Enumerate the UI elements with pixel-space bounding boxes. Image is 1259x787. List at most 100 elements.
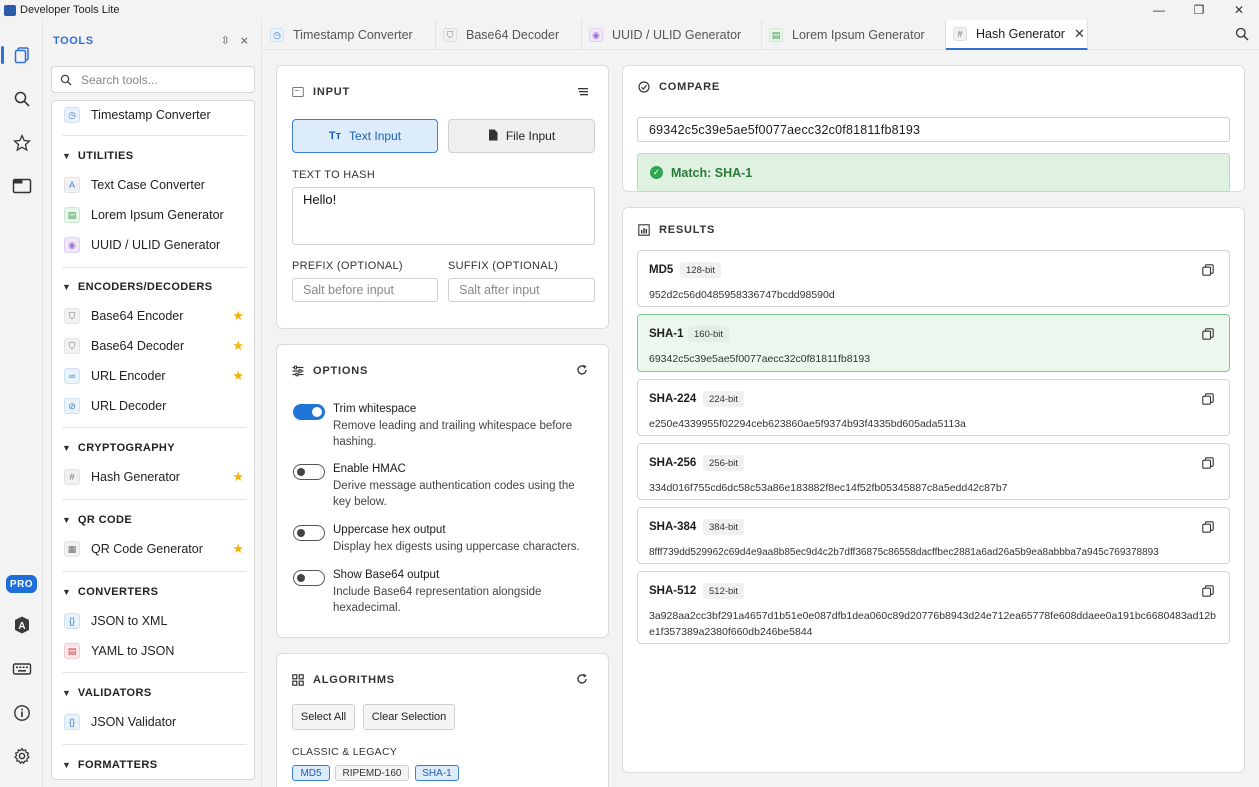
text-to-hash-label: TEXT TO HASH — [292, 169, 376, 181]
sidebar-item-url-encoder[interactable]: ∞ URL Encoder ★ — [52, 362, 254, 390]
minimize-button[interactable]: — — [1139, 0, 1179, 20]
algorithm-chip-ripemd160[interactable]: RIPEMD-160 — [335, 765, 409, 781]
rail-keyboard-button[interactable] — [0, 653, 43, 685]
sidebar-item-url-decoder[interactable]: ⊘ URL Decoder — [52, 392, 254, 420]
tab-search-button[interactable] — [1235, 27, 1249, 44]
text-to-hash-input[interactable]: Hello! — [292, 187, 595, 245]
copy-icon — [1202, 264, 1214, 276]
bit-length-badge: 384-bit — [703, 519, 745, 535]
braces-icon: {} — [64, 613, 80, 629]
algorithm-group-label: CLASSIC & LEGACY — [292, 746, 398, 758]
sidebar-item-base64-decoder[interactable]: ⛉ Base64 Decoder ★ — [52, 332, 254, 360]
suffix-input[interactable]: Salt after input — [448, 278, 595, 302]
collapse-all-icon[interactable]: ⨯ — [240, 34, 249, 47]
menu-lines-icon[interactable] — [577, 85, 589, 100]
panel-header: RESULTS — [638, 224, 715, 236]
icon-rail: PRO A — [0, 20, 43, 787]
divider — [62, 744, 246, 745]
panel-header: ALGORITHMS — [292, 674, 395, 686]
hash-value: 8fff739dd529962c69d4e9aa8b85ec9d4c2b7dff… — [649, 547, 1159, 558]
close-tab-icon[interactable]: ✕ — [1074, 26, 1085, 42]
fingerprint-icon: ◉ — [589, 28, 603, 42]
copy-button[interactable] — [1202, 264, 1214, 279]
tab-timestamp-converter[interactable]: ◷ Timestamp Converter — [263, 20, 436, 50]
search-icon — [14, 91, 30, 107]
copy-button[interactable] — [1202, 457, 1214, 472]
sidebar-item-yaml-to-json[interactable]: ▤ YAML to JSON — [52, 637, 254, 665]
copy-button[interactable] — [1202, 521, 1214, 536]
sidebar-item-text-case-converter[interactable]: A Text Case Converter — [52, 171, 254, 199]
sidebar-item-uuid-generator[interactable]: ◉ UUID / ULID Generator — [52, 231, 254, 259]
input-box-icon — [292, 86, 304, 98]
reset-options-button[interactable] — [576, 364, 588, 379]
algorithm-chip-sha1[interactable]: SHA-1 — [415, 765, 459, 781]
reset-algorithms-button[interactable] — [576, 673, 588, 688]
file-input-button[interactable]: File Input — [448, 119, 595, 153]
sidebar-item-json-validator[interactable]: {} JSON Validator — [52, 708, 254, 736]
enable-hmac-toggle[interactable] — [293, 464, 325, 480]
panel-header: INPUT — [292, 86, 350, 98]
grid-icon — [292, 674, 304, 686]
panel-header: OPTIONS — [292, 365, 368, 377]
hash-value: 3a928aa2cc3bf291a4657d1b51e0e087dfb1dea0… — [649, 610, 1216, 638]
trim-whitespace-toggle[interactable] — [293, 404, 325, 420]
rail-tools-button[interactable] — [0, 39, 43, 71]
hash-result-sha384: SHA-384 384-bit 8fff739dd529962c69d4e9aa… — [637, 507, 1230, 564]
algorithm-chip-md5[interactable]: MD5 — [292, 765, 330, 781]
category-formatters[interactable]: ▼ FORMATTERS — [52, 753, 254, 777]
bit-length-badge: 128-bit — [680, 262, 722, 278]
star-icon — [12, 134, 31, 152]
rail-settings-button[interactable] — [0, 740, 43, 772]
document-icon: ▤ — [769, 28, 783, 42]
sidebar-item-lorem-ipsum-generator[interactable]: ▤ Lorem Ipsum Generator — [52, 201, 254, 229]
compare-hash-input[interactable]: 69342c5c39e5ae5f0077aecc32c0f81811fb8193 — [637, 117, 1230, 142]
sidebar-item-label: Timestamp Converter — [91, 108, 211, 122]
favorite-star-icon[interactable]: ★ — [232, 541, 244, 557]
sidebar-item-json-to-xml[interactable]: {} JSON to XML — [52, 607, 254, 635]
clear-selection-button[interactable]: Clear Selection — [363, 704, 455, 730]
category-converters[interactable]: ▼ CONVERTERS — [52, 580, 254, 604]
svg-text:A: A — [18, 621, 25, 632]
tool-search-input[interactable]: Search tools... — [51, 66, 255, 93]
tab-uuid-generator[interactable]: ◉ UUID / ULID Generator — [582, 20, 762, 50]
select-all-button[interactable]: Select All — [292, 704, 355, 730]
category-encoders-decoders[interactable]: ▼ ENCODERS/DECODERS — [52, 275, 254, 299]
copy-button[interactable] — [1202, 585, 1214, 600]
favorite-star-icon[interactable]: ★ — [232, 368, 244, 384]
close-window-button[interactable]: ✕ — [1219, 0, 1259, 20]
sidebar-item-qr-code-generator[interactable]: ▦ QR Code Generator ★ — [52, 535, 254, 563]
rail-workspace-button[interactable] — [0, 170, 43, 202]
text-input-button[interactable]: Tт Text Input — [292, 119, 438, 153]
show-base64-toggle[interactable] — [293, 570, 325, 586]
hash-result-sha1: SHA-1 160-bit 69342c5c39e5ae5f0077aecc32… — [637, 314, 1230, 372]
sidebar-item-hash-generator[interactable]: # Hash Generator ★ — [52, 463, 254, 491]
sidebar-item-base64-encoder[interactable]: ⛉ Base64 Encoder ★ — [52, 302, 254, 330]
rail-accessibility-button[interactable]: A — [0, 609, 43, 641]
favorite-star-icon[interactable]: ★ — [232, 308, 244, 324]
rail-about-button[interactable] — [0, 697, 43, 729]
rail-favorites-button[interactable] — [0, 127, 43, 159]
pro-badge[interactable]: PRO — [6, 575, 37, 593]
divider — [62, 267, 246, 268]
maximize-button[interactable]: ❐ — [1179, 0, 1219, 20]
hash-value: 952d2c56d0485958336747bcdd98590d — [649, 289, 835, 301]
tab-base64-decoder[interactable]: ⛉ Base64 Decoder — [436, 20, 582, 50]
copy-icon — [1202, 585, 1214, 597]
expand-collapse-icon[interactable]: ⇳ — [221, 34, 230, 47]
copy-button[interactable] — [1202, 328, 1214, 343]
tab-hash-generator[interactable]: # Hash Generator ✕ — [946, 20, 1088, 50]
favorite-star-icon[interactable]: ★ — [232, 469, 244, 485]
category-utilities[interactable]: ▼ UTILITIES — [52, 144, 254, 168]
category-cryptography[interactable]: ▼ CRYPTOGRAPHY — [52, 436, 254, 460]
copy-button[interactable] — [1202, 393, 1214, 408]
favorite-star-icon[interactable]: ★ — [232, 338, 244, 354]
tab-lorem-ipsum-generator[interactable]: ▤ Lorem Ipsum Generator — [762, 20, 946, 50]
fingerprint-icon: ◉ — [64, 237, 80, 253]
sidebar-item-timestamp-converter[interactable]: ◷ Timestamp Converter — [52, 101, 254, 129]
qr-code-icon: ▦ — [64, 541, 80, 557]
category-validators[interactable]: ▼ VALIDATORS — [52, 681, 254, 705]
category-qr-code[interactable]: ▼ QR CODE — [52, 508, 254, 532]
rail-search-button[interactable] — [0, 83, 43, 115]
uppercase-hex-toggle[interactable] — [293, 525, 325, 541]
prefix-input[interactable]: Salt before input — [292, 278, 438, 302]
